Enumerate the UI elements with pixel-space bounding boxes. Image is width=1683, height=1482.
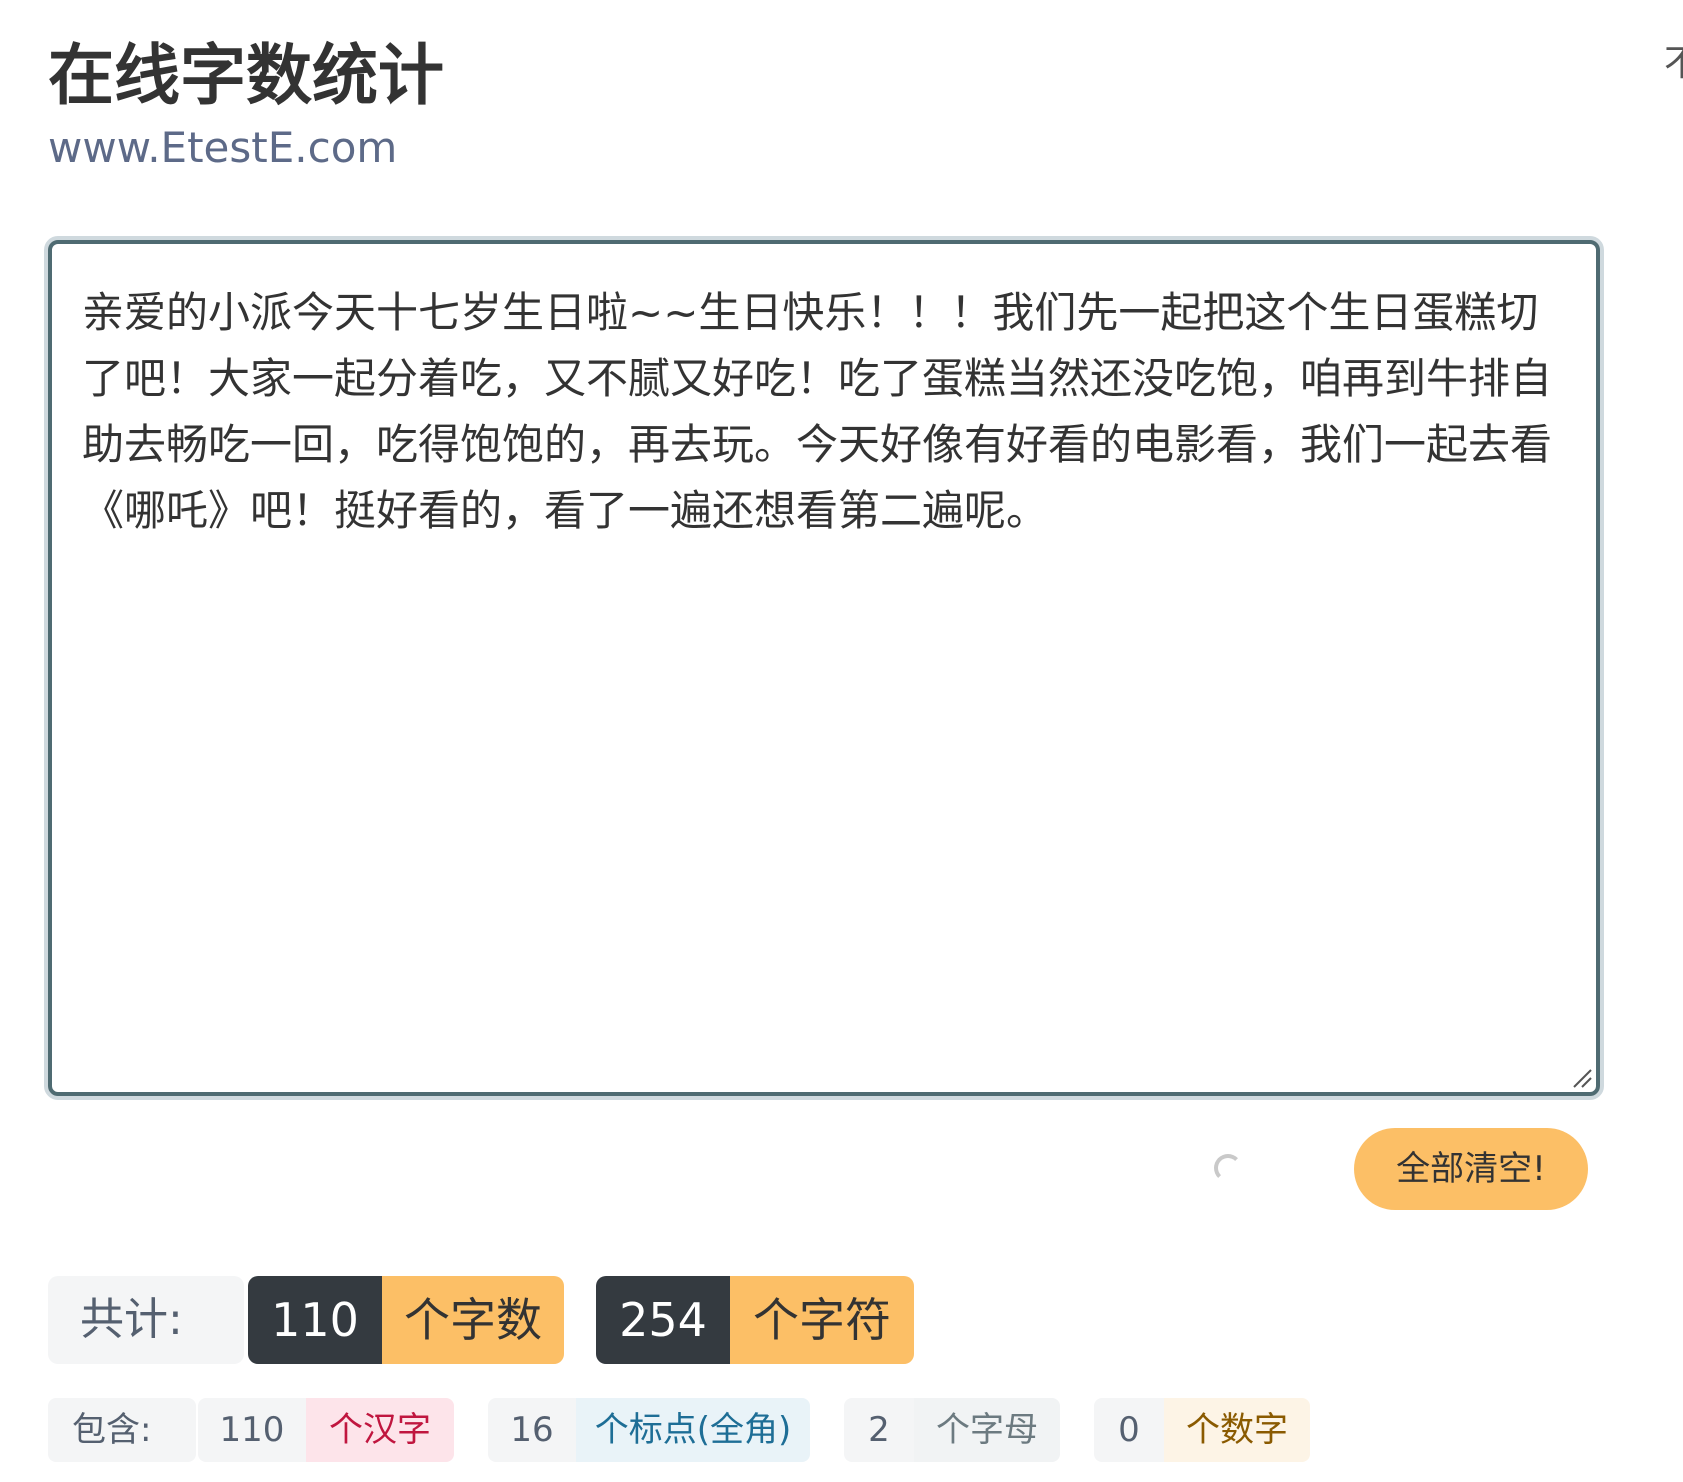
char-count-unit: 个字符 (730, 1276, 914, 1364)
word-count-value: 110 (248, 1276, 382, 1364)
hanzi-count-value: 110 (198, 1398, 306, 1462)
hanzi-count-badge: 110 个汉字 (198, 1398, 454, 1462)
text-input-area[interactable] (48, 240, 1600, 1096)
punctuation-count-value: 16 (488, 1398, 576, 1462)
hanzi-count-unit: 个汉字 (306, 1398, 454, 1462)
letter-count-unit: 个字母 (914, 1398, 1060, 1462)
digit-count-badge: 0 个数字 (1094, 1398, 1310, 1462)
site-url: www.EtestE.com (48, 123, 398, 172)
char-count-badge: 254 个字符 (596, 1276, 914, 1364)
clear-all-button[interactable]: 全部清空! (1354, 1128, 1588, 1210)
word-count-unit: 个字数 (382, 1276, 564, 1364)
char-count-value: 254 (596, 1276, 730, 1364)
resize-handle-icon[interactable] (1570, 1066, 1592, 1088)
digit-count-unit: 个数字 (1164, 1398, 1310, 1462)
punctuation-count-unit: 个标点(全角) (576, 1398, 810, 1462)
total-label: 共计: (48, 1276, 244, 1364)
total-stats: 共计: 110 个字数 254 个字符 (48, 1276, 914, 1364)
cut-off-nav-text[interactable]: 不 (1664, 40, 1683, 88)
breakdown-label: 包含: (48, 1398, 196, 1462)
letter-count-value: 2 (844, 1398, 914, 1462)
page: 在线字数统计 www.EtestE.com 不 全部清空! 共计: 110 个字… (0, 0, 1683, 1482)
loading-spinner-icon (1214, 1154, 1242, 1182)
text-editor-container (44, 236, 1604, 1100)
page-title: 在线字数统计 (48, 37, 444, 114)
punctuation-count-badge: 16 个标点(全角) (488, 1398, 810, 1462)
digit-count-value: 0 (1094, 1398, 1164, 1462)
letter-count-badge: 2 个字母 (844, 1398, 1060, 1462)
breakdown-stats: 包含: 110 个汉字 16 个标点(全角) 2 个字母 0 个数字 (48, 1398, 1310, 1462)
word-count-badge: 110 个字数 (248, 1276, 564, 1364)
